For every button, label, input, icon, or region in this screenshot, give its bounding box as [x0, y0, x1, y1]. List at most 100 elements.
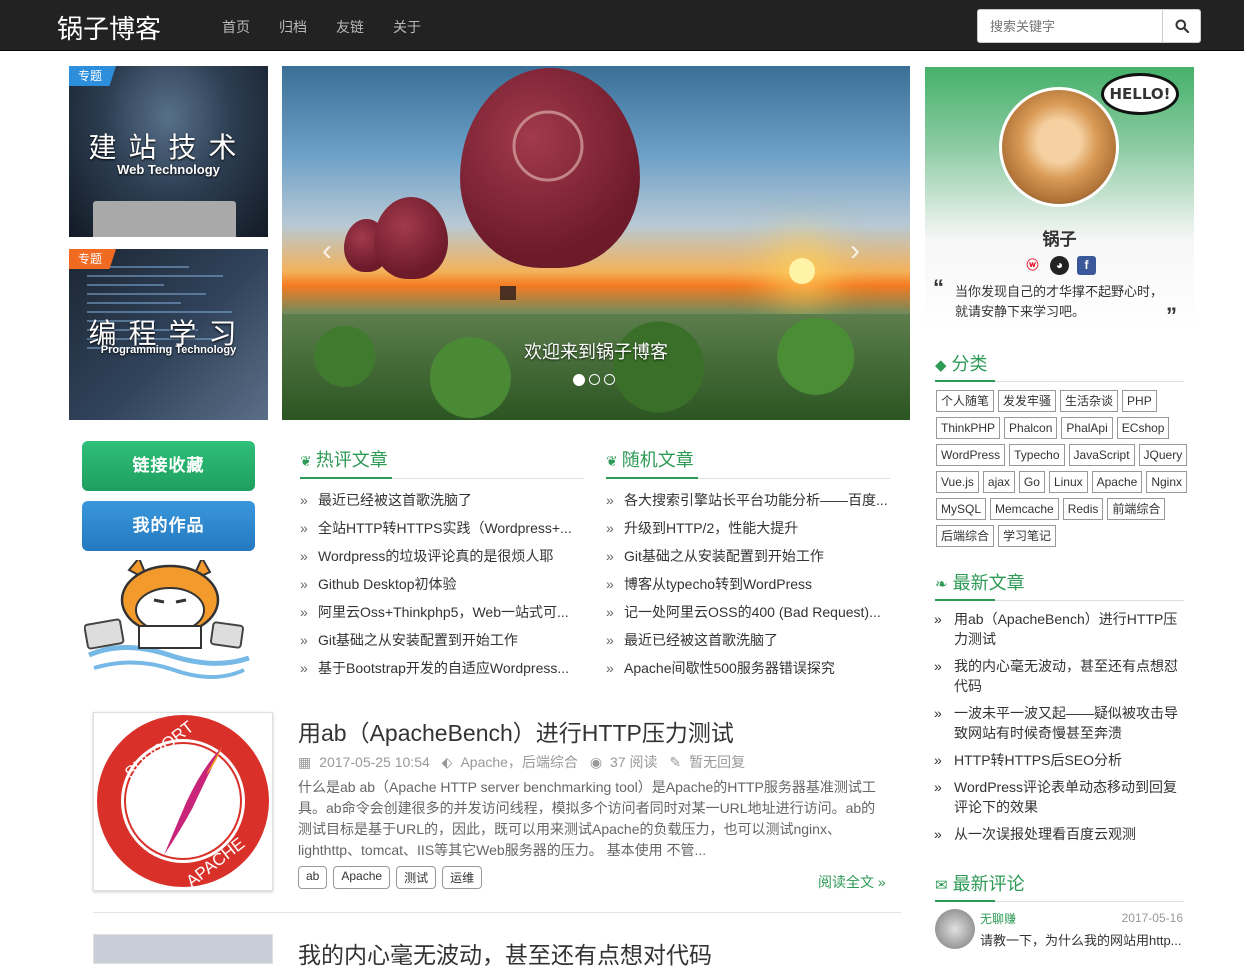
nav-link-about[interactable]: 关于: [393, 17, 421, 37]
article-title[interactable]: 我的内心毫无波动，甚至还有点想对代码: [298, 936, 712, 970]
links-collection-button[interactable]: 链接收藏: [82, 441, 255, 491]
chevron-right-icon: »: [934, 705, 942, 721]
article-title[interactable]: 用ab（ApacheBench）进行HTTP压力测试: [298, 714, 734, 748]
carousel-dot[interactable]: [604, 374, 615, 385]
search-button[interactable]: [1162, 10, 1200, 42]
list-item[interactable]: » 基于Bootstrap开发的自适应Wordpress...: [300, 659, 584, 687]
hero-carousel[interactable]: ‹ › 欢迎来到锅子博客: [282, 66, 910, 420]
category-tag[interactable]: Memcache: [990, 498, 1059, 520]
article-thumbnail[interactable]: [93, 934, 273, 964]
comment-author[interactable]: 无聊赚: [980, 910, 1016, 927]
list-item[interactable]: » 博客从typecho转到WordPress: [606, 575, 890, 603]
category-tag[interactable]: 个人随笔: [936, 390, 995, 412]
tag-chip[interactable]: 运维: [442, 866, 483, 889]
tag-chip[interactable]: ab: [298, 866, 328, 889]
category-tag[interactable]: Phalcon: [1004, 417, 1058, 439]
tag-chip[interactable]: 测试: [396, 866, 437, 889]
list-item[interactable]: » 一波未平一波又起——疑似被攻击导致网站有时候奇慢甚至奔溃: [934, 703, 1186, 743]
list-item[interactable]: » Apache间歇性500服务器错误探究: [606, 659, 890, 687]
category-tag[interactable]: ECshop: [1116, 417, 1170, 439]
list-item[interactable]: » WordPress评论表单动态移动到回复评论下的效果: [934, 777, 1186, 817]
search-input[interactable]: [978, 10, 1162, 42]
list-item[interactable]: » 最近已经被这首歌洗脑了: [300, 491, 584, 519]
carousel-indicators: [573, 374, 615, 386]
chevron-right-icon: »: [300, 492, 308, 508]
article-date: 2017-05-25 10:54: [319, 754, 430, 770]
category-tag[interactable]: JavaScript: [1068, 444, 1135, 466]
category-tag[interactable]: 学习笔记: [998, 525, 1057, 547]
hot-articles-title: 热评文章: [315, 450, 388, 470]
chevron-right-icon: »: [300, 660, 308, 676]
categories-heading: ◆ 分类: [935, 350, 1184, 382]
list-item[interactable]: » 用ab（ApacheBench）进行HTTP压力测试: [934, 609, 1186, 649]
github-icon[interactable]: ◕: [1050, 256, 1069, 275]
topic-card-programming[interactable]: 专题 编程学习 Programming Technology: [69, 249, 268, 420]
carousel-prev-button[interactable]: ‹: [322, 234, 332, 268]
category-tag[interactable]: Apache: [1091, 471, 1143, 493]
category-tag[interactable]: ajax: [982, 471, 1015, 493]
weibo-icon[interactable]: ⓦ: [1023, 256, 1042, 275]
chevron-right-icon: »: [606, 576, 614, 592]
category-tag[interactable]: 发发牢骚: [998, 390, 1057, 412]
main-nav: 首页 归档 友链 关于: [222, 17, 450, 37]
site-brand[interactable]: 锅子博客: [57, 9, 161, 46]
article-meta: ▦ 2017-05-25 10:54 ⬖ Apache，后端综合 ◉ 37 阅读 ✎ 暂…: [298, 752, 753, 772]
category-tag[interactable]: 后端综合: [936, 525, 995, 547]
my-works-button[interactable]: 我的作品: [82, 501, 255, 551]
category-tag[interactable]: ThinkPHP: [936, 417, 1001, 439]
list-item[interactable]: » 升级到HTTP/2，性能大提升: [606, 519, 890, 547]
list-item[interactable]: » HTTP转HTTPS后SEO分析: [934, 750, 1186, 770]
topic-card-web[interactable]: 专题 建站技术 Web Technology: [69, 66, 268, 237]
category-tag[interactable]: PHP: [1122, 390, 1157, 412]
category-tag[interactable]: Vue.js: [936, 471, 979, 493]
tag-chip[interactable]: Apache: [333, 866, 391, 889]
list-item[interactable]: » Github Desktop初体验: [300, 575, 584, 603]
chevron-right-icon: »: [606, 660, 614, 676]
list-item[interactable]: » 我的内心毫无波动，甚至还有点想怼代码: [934, 656, 1186, 696]
tag-icon: ⬖: [441, 754, 453, 770]
avatar: [999, 87, 1119, 207]
category-tag[interactable]: Go: [1018, 471, 1045, 493]
read-more-link[interactable]: 阅读全文 »: [818, 872, 886, 892]
carousel-caption: 欢迎来到锅子博客: [524, 342, 668, 362]
comment-text[interactable]: 请教一下，为什么我的网站用http...: [980, 930, 1185, 949]
latest-articles-heading: ❧ 最新文章: [935, 569, 1184, 601]
topic-title: 建站技术: [88, 131, 249, 164]
list-item[interactable]: » 记一处阿里云OSS的400 (Bad Request)...: [606, 603, 890, 631]
carousel-dot[interactable]: [589, 374, 600, 385]
category-tag[interactable]: JQuery: [1138, 444, 1188, 466]
carousel-dot[interactable]: [573, 374, 585, 386]
list-item[interactable]: » 阿里云Oss+Thinkphp5，Web一站式可...: [300, 603, 584, 631]
article-comments: 暂无回复: [689, 754, 746, 770]
category-tag[interactable]: 生活杂谈: [1060, 390, 1119, 412]
category-tag[interactable]: PhalApi: [1061, 417, 1113, 439]
topic-badge: 专题: [69, 66, 117, 86]
article-category[interactable]: Apache，后端综合: [460, 754, 577, 770]
category-tag[interactable]: Typecho: [1009, 444, 1065, 466]
comment-item[interactable]: 无聊赚 2017-05-16 请教一下，为什么我的网站用http...: [935, 909, 1185, 949]
category-tag[interactable]: MySQL: [936, 498, 987, 520]
list-item[interactable]: » 从一次误报处理看百度云观测: [934, 824, 1186, 844]
random-articles-panel: ❦ 随机文章 » 各大搜索引擎站长平台功能分析——百度... » 升级到HTTP/2，…: [606, 446, 890, 687]
list-item[interactable]: » 全站HTTP转HTTPS实践（Wordpress+...: [300, 519, 584, 547]
category-tag[interactable]: Nginx: [1146, 471, 1188, 493]
list-item[interactable]: » 最近已经被这首歌洗脑了: [606, 631, 890, 659]
topic-subtitle: Web Technology: [117, 162, 220, 177]
list-item[interactable]: » Git基础之从安装配置到开始工作: [606, 547, 890, 575]
nav-link-friends[interactable]: 友链: [336, 17, 364, 37]
list-item[interactable]: » Wordpress的垃圾评论真的是很烦人耶: [300, 547, 584, 575]
search-box: [977, 9, 1201, 43]
chevron-right-icon: »: [934, 658, 942, 674]
carousel-next-button[interactable]: ›: [850, 234, 860, 268]
category-tag[interactable]: Linux: [1048, 471, 1088, 493]
nav-link-home[interactable]: 首页: [222, 17, 250, 37]
nav-link-archive[interactable]: 归档: [279, 17, 307, 37]
facebook-icon[interactable]: f: [1077, 256, 1096, 275]
category-tag[interactable]: WordPress: [936, 444, 1006, 466]
fox-mascot-illustration: [84, 560, 250, 679]
list-item[interactable]: » 各大搜索引擎站长平台功能分析——百度...: [606, 491, 890, 519]
list-item[interactable]: » Git基础之从安装配置到开始工作: [300, 631, 584, 659]
category-tag[interactable]: Redis: [1062, 498, 1104, 520]
category-tag[interactable]: 前端综合: [1107, 498, 1166, 520]
article-thumbnail[interactable]: SUPPORT APACHE: [93, 712, 273, 891]
